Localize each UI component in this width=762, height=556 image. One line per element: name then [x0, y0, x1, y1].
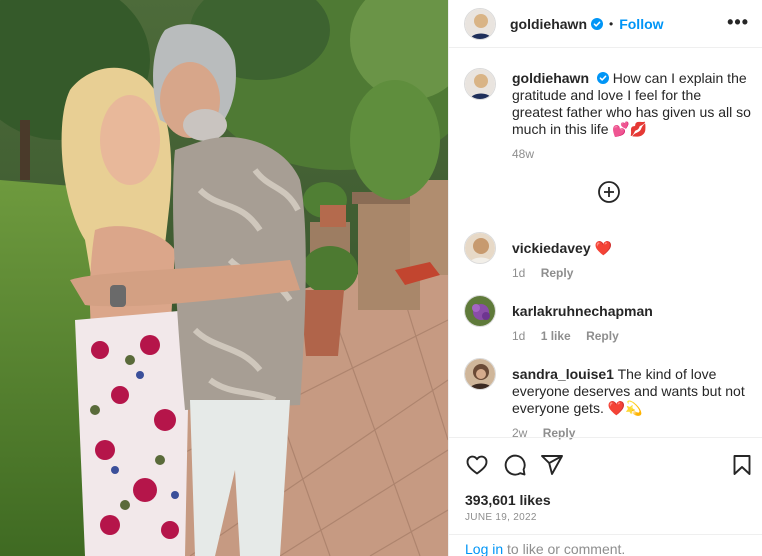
- post-photo-illustration: [0, 0, 448, 556]
- login-prompt-text: to like or comment.: [503, 541, 626, 556]
- separator-dot: •: [609, 16, 614, 31]
- caption-time[interactable]: 48w: [512, 147, 534, 161]
- login-link[interactable]: Log in: [465, 541, 503, 556]
- post-sidebar: goldiehawn • Follow ••• goldiehawn How c…: [448, 0, 762, 556]
- comment-time[interactable]: 1d: [512, 329, 525, 343]
- comments-list[interactable]: goldiehawn How can I explain the gratitu…: [449, 60, 762, 440]
- post-header: goldiehawn • Follow •••: [449, 0, 762, 48]
- avatar-image: [465, 359, 495, 389]
- comment-likes[interactable]: 1 like: [541, 329, 571, 343]
- reply-button[interactable]: Reply: [586, 329, 619, 343]
- comment-icon[interactable]: [503, 453, 527, 477]
- comment-username[interactable]: vickiedavey: [512, 240, 591, 256]
- verified-badge-icon: [591, 17, 603, 30]
- comment-text: ❤️: [594, 240, 612, 256]
- more-options-icon[interactable]: •••: [727, 13, 749, 31]
- verified-badge-icon: [596, 72, 609, 84]
- post-actions: 393,601 likes JUNE 19, 2022 Log in to li…: [449, 437, 762, 556]
- reply-button[interactable]: Reply: [541, 266, 574, 280]
- author-avatar[interactable]: [464, 7, 496, 40]
- post-date: JUNE 19, 2022: [465, 512, 537, 523]
- comment-username[interactable]: karlakruhnechapman: [512, 303, 653, 319]
- avatar-image: [465, 296, 495, 326]
- caption-avatar[interactable]: [464, 68, 496, 100]
- comment-time[interactable]: 1d: [512, 266, 525, 280]
- login-prompt: Log in to like or comment.: [449, 534, 762, 556]
- follow-button[interactable]: Follow: [619, 16, 663, 32]
- caption-username[interactable]: goldiehawn: [512, 70, 589, 86]
- heart-icon[interactable]: [465, 453, 489, 477]
- comment-avatar[interactable]: [464, 358, 496, 390]
- avatar-image: [465, 8, 495, 39]
- likes-count[interactable]: 393,601 likes: [465, 492, 551, 508]
- comment-avatar[interactable]: [464, 295, 496, 327]
- bookmark-icon[interactable]: [730, 453, 754, 477]
- load-more-comments-icon[interactable]: [597, 180, 621, 204]
- comment-avatar[interactable]: [464, 232, 496, 264]
- avatar-image: [465, 69, 495, 99]
- author-username[interactable]: goldiehawn: [510, 16, 587, 32]
- share-icon[interactable]: [540, 453, 564, 477]
- comment-username[interactable]: sandra_louise1: [512, 366, 614, 382]
- post-photo[interactable]: [0, 0, 448, 556]
- avatar-image: [465, 233, 495, 263]
